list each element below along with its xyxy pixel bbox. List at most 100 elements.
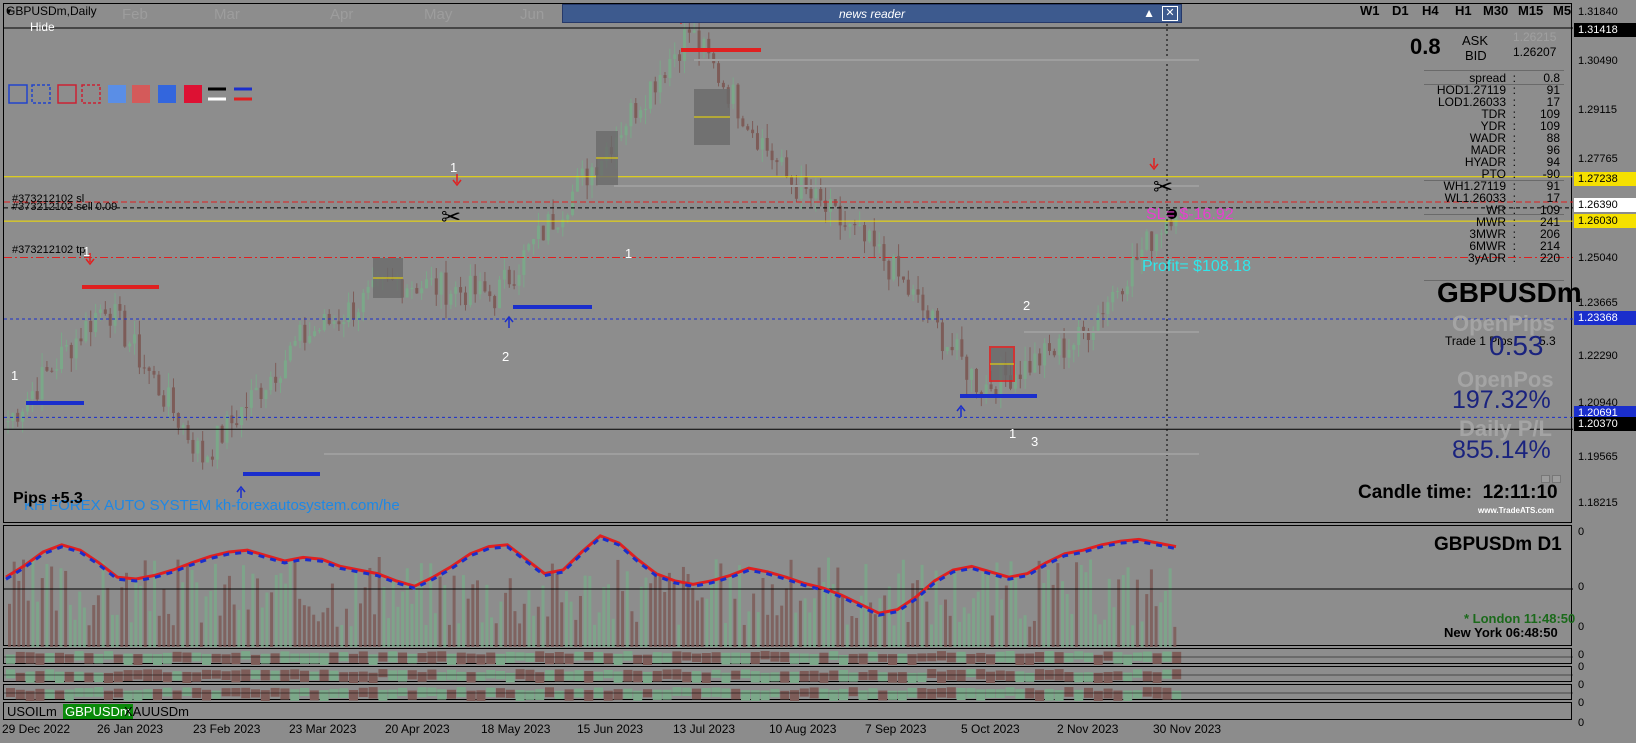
indicator-block (594, 671, 603, 681)
histogram-bar (892, 625, 896, 647)
histogram-bar (597, 612, 601, 647)
histogram-bar (1046, 569, 1050, 647)
main-chart-pane[interactable]: ✂ ✂ (3, 3, 1573, 524)
candle-body (755, 133, 759, 150)
indicator-block (1142, 687, 1152, 697)
histogram-bar (695, 600, 699, 647)
price-axis-label[interactable]: 1.27238 (1574, 172, 1636, 186)
indicator-block (309, 671, 319, 680)
timeframe-button-d1[interactable]: D1 (1392, 3, 1409, 18)
indicator-block (701, 688, 711, 698)
indicator-block (182, 687, 192, 697)
indicator-block (692, 653, 701, 663)
price-axis-label[interactable]: 1.31840 (1574, 5, 1636, 19)
candle-body (162, 395, 166, 407)
histogram-bar (438, 576, 442, 647)
candle-body (337, 321, 341, 325)
histogram-bar (143, 560, 147, 647)
news-reader-bar[interactable]: news reader ▲ ✕ (562, 4, 1182, 23)
indicator-pane-2[interactable] (3, 648, 1573, 667)
histogram-bar (209, 590, 213, 647)
wave-label: 1 (1009, 426, 1017, 441)
candle-time-label: Candle time: (1358, 482, 1473, 503)
histogram-bar (939, 604, 943, 647)
indicator-block (182, 652, 192, 663)
candle-body (926, 310, 930, 319)
price-axis-label[interactable]: 1.23368 (1574, 311, 1636, 325)
price-axis-label[interactable]: 1.31418 (1574, 23, 1636, 37)
indicator-block (368, 672, 378, 685)
timeframe-button-m30[interactable]: M30 (1483, 3, 1508, 18)
price-chart-svg[interactable]: ✂✂ (4, 4, 1573, 524)
stat-value: 220 (1539, 251, 1560, 265)
indicator-2-svg (4, 651, 1573, 667)
candle-body (1057, 338, 1061, 356)
price-axis-label[interactable]: 1.26390 (1574, 198, 1636, 212)
indicator-block (437, 689, 447, 700)
candle-body (741, 118, 745, 127)
candle-body (434, 278, 438, 295)
candle-body (1023, 360, 1027, 380)
indicator-block (554, 651, 564, 664)
histogram-bar (667, 572, 671, 647)
indicator-block (162, 652, 172, 664)
histogram-bar (724, 622, 728, 647)
candle-body (425, 279, 429, 289)
indicator-block (25, 671, 35, 683)
indicator-block (251, 689, 260, 698)
histogram-bar (1103, 619, 1107, 647)
indicator-pane-1[interactable] (3, 525, 1573, 647)
hide-toggle[interactable]: Hide (30, 20, 55, 34)
price-axis-label[interactable]: 1.19565 (1574, 450, 1636, 464)
symbol-tab-usoilm[interactable]: USOILm (5, 704, 59, 719)
candle-body (717, 63, 721, 83)
dropdown-triangle-icon[interactable]: ▼ (5, 7, 13, 16)
indicator-block (1152, 653, 1162, 664)
histogram-bar (920, 564, 924, 647)
indicator-block (633, 690, 643, 701)
price-axis-label[interactable]: 1.18215 (1574, 496, 1636, 510)
indicator-pane-3[interactable] (3, 666, 1573, 685)
price-axis-label[interactable]: 1.27765 (1574, 152, 1636, 166)
indicator-block (45, 689, 55, 699)
price-axis-label[interactable]: 1.22290 (1574, 349, 1636, 363)
price-axis-label[interactable]: 1.23665 (1574, 296, 1636, 310)
candle-body (1082, 326, 1086, 331)
palette-icons[interactable] (8, 84, 258, 104)
price-axis-label[interactable]: 1.26030 (1574, 214, 1636, 228)
histogram-bar (1163, 590, 1167, 647)
indicator-block (192, 672, 202, 682)
collapse-up-icon[interactable]: ▲ (1143, 6, 1155, 20)
histogram-bar (359, 603, 362, 647)
indicator-block (84, 688, 94, 697)
drawing-tool-palette[interactable] (8, 84, 258, 109)
timeframe-button-h1[interactable]: H1 (1455, 3, 1472, 18)
oscillator-chart-svg[interactable] (4, 526, 1573, 647)
histogram-bar (967, 613, 971, 647)
timeframe-button-w1[interactable]: W1 (1360, 3, 1380, 18)
price-axis-label[interactable]: 1.20370 (1574, 417, 1636, 431)
close-icon[interactable]: ✕ (1162, 6, 1178, 21)
timeframe-button-m5[interactable]: M5 (1553, 3, 1571, 18)
candle-body (1072, 345, 1076, 350)
price-axis-label[interactable]: 1.29115 (1574, 103, 1636, 117)
indicator-pane-4[interactable] (3, 684, 1573, 703)
indicator-block (202, 653, 211, 666)
candle-body (468, 275, 472, 305)
price-axis-label[interactable]: 1.30490 (1574, 54, 1636, 68)
histogram-bar (761, 577, 765, 647)
candle-body (420, 288, 424, 294)
indicator-block (584, 670, 594, 683)
timeframe-button-h4[interactable]: H4 (1422, 3, 1439, 18)
histogram-bar (251, 573, 255, 647)
price-axis-label[interactable]: 1.25040 (1574, 251, 1636, 265)
indicator-block (652, 689, 662, 700)
symbol-tab-xauusdm[interactable]: XAUUSDm (122, 704, 191, 719)
indicator-block (300, 687, 309, 696)
histogram-bar (391, 581, 395, 647)
candle-body (945, 346, 949, 352)
indicator-block (1064, 672, 1074, 682)
indicator-block (349, 653, 358, 663)
candle-body (69, 344, 73, 359)
timeframe-button-m15[interactable]: M15 (1518, 3, 1543, 18)
